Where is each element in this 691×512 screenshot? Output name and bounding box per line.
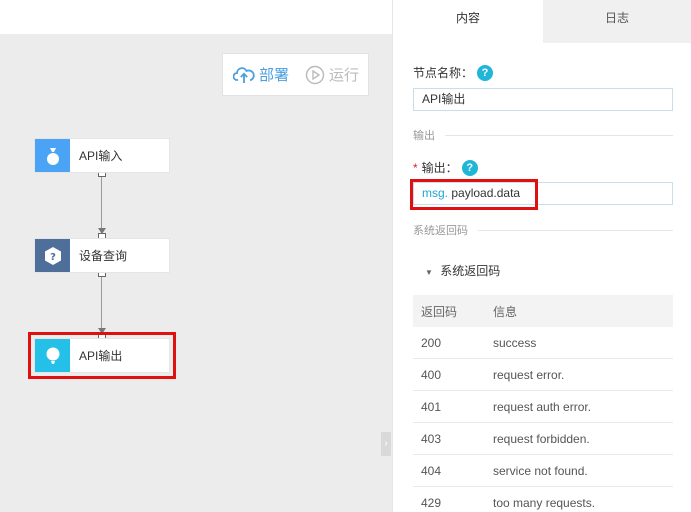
api-input-icon: [35, 139, 70, 172]
return-code-toggle[interactable]: ▼ 系统返回码: [425, 262, 500, 279]
node-label: API输出: [79, 349, 123, 363]
canvas-toolbar: 部署 运行: [222, 53, 369, 96]
connector-line: [101, 177, 102, 229]
return-section-title: 系统返回码: [413, 225, 468, 237]
run-button[interactable]: 运行: [301, 54, 359, 95]
message-cell: request auth error.: [493, 399, 592, 414]
flow-node-api-input[interactable]: API输入: [34, 138, 170, 173]
api-output-icon: [35, 339, 70, 372]
node-label: API输入: [79, 149, 123, 163]
flow-node-device-query[interactable]: ? 设备查询: [34, 238, 170, 273]
run-label: 运行: [329, 67, 360, 84]
play-circle-icon: [305, 65, 325, 84]
message-cell: success: [493, 335, 537, 350]
tab-log[interactable]: 日志: [543, 0, 691, 43]
message-cell: request error.: [493, 367, 565, 382]
flow-canvas[interactable]: 部署 运行 API输入 ? 设备查询 API输出 ›: [0, 0, 392, 512]
required-asterisk: *: [413, 160, 418, 175]
table-row: 200 success: [413, 327, 673, 359]
output-section-title: 输出: [413, 130, 435, 142]
return-code-section-divider: 系统返回码: [413, 222, 673, 238]
return-code-table: 返回码 信息 200 success 400 request error. 40…: [413, 295, 673, 512]
deploy-label: 部署: [259, 67, 290, 84]
column-message: 信息: [493, 304, 518, 319]
return-toggle-label: 系统返回码: [440, 264, 501, 278]
table-row: 404 service not found.: [413, 455, 673, 487]
help-icon[interactable]: ?: [461, 159, 478, 176]
table-header: 返回码 信息: [413, 295, 673, 327]
column-code: 返回码: [421, 304, 458, 319]
canvas-header: [0, 0, 392, 34]
output-label: * 输出： ?: [413, 159, 478, 176]
node-label: 设备查询: [79, 249, 128, 263]
deploy-button[interactable]: 部署: [223, 54, 301, 95]
code-cell: 401: [421, 399, 442, 414]
output-section-divider: 输出: [413, 127, 673, 143]
tab-content[interactable]: 内容: [393, 0, 543, 43]
properties-panel: 内容 日志 节点名称： ? API输出 输出 * 输出： ? msg. payl…: [392, 0, 691, 512]
node-name-field[interactable]: API输出: [413, 88, 673, 111]
code-cell: 403: [421, 431, 442, 446]
connector-line: [101, 277, 102, 329]
table-row: 429 too many requests.: [413, 487, 673, 512]
panel-collapse-toggle[interactable]: ›: [381, 432, 391, 456]
output-label-text: 输出：: [421, 161, 458, 175]
node-name-value: API输出: [422, 92, 466, 106]
svg-text:?: ?: [50, 252, 56, 263]
code-cell: 200: [421, 335, 442, 350]
table-row: 400 request error.: [413, 359, 673, 391]
code-cell: 400: [421, 367, 442, 382]
table-row: 401 request auth error.: [413, 391, 673, 423]
table-row: 403 request forbidden.: [413, 423, 673, 455]
code-cell: 429: [421, 495, 442, 510]
caret-down-icon: ▼: [425, 268, 433, 277]
output-field-highlight: [410, 179, 538, 210]
flow-node-api-output[interactable]: API输出: [28, 332, 176, 379]
device-query-icon: ?: [35, 239, 70, 272]
panel-tabs: 内容 日志: [393, 0, 691, 43]
message-cell: service not found.: [493, 463, 588, 478]
node-name-label-text: 节点名称：: [413, 66, 474, 80]
message-cell: request forbidden.: [493, 431, 590, 446]
message-cell: too many requests.: [493, 495, 596, 510]
code-cell: 404: [421, 463, 442, 478]
help-icon[interactable]: ?: [477, 64, 494, 81]
node-name-label: 节点名称： ?: [413, 64, 494, 81]
cloud-upload-icon: [233, 66, 255, 83]
